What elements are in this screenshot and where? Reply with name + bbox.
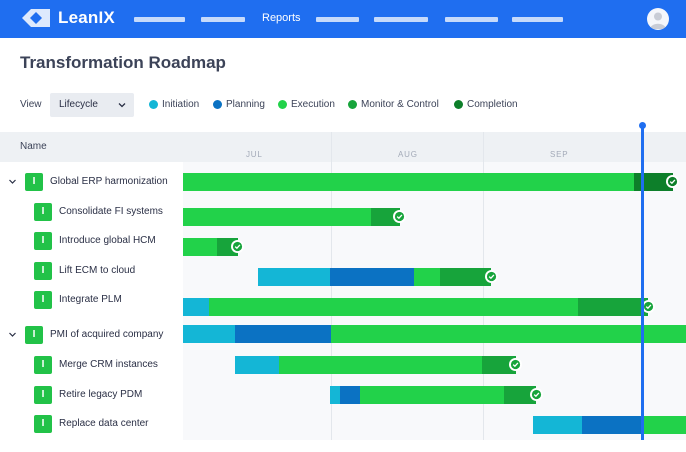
month-label-aug: AUG: [398, 150, 418, 159]
nav-item-placeholder[interactable]: [316, 17, 359, 22]
check-circle-icon: [666, 175, 679, 188]
phase-planning: [340, 386, 360, 404]
legend-dot: [454, 100, 463, 109]
view-dropdown[interactable]: Lifecycle: [50, 93, 134, 117]
gantt-bar-merge-crm-instances[interactable]: [235, 356, 516, 374]
legend-dot: [348, 100, 357, 109]
type-tag: I: [34, 415, 52, 433]
row-label: Replace data center: [59, 418, 149, 429]
phase-initiation: [235, 356, 279, 374]
row-label: Retire legacy PDM: [59, 389, 143, 400]
today-marker-handle[interactable]: [639, 122, 646, 129]
chevron-down-icon: [118, 103, 126, 108]
row-label: Merge CRM instances: [59, 359, 158, 370]
gantt-bar-consolidate-fi-systems[interactable]: [183, 208, 400, 226]
phase-planning: [330, 268, 414, 286]
gantt-bar-introduce-global-hcm[interactable]: [183, 238, 238, 256]
check-circle-icon: [485, 270, 498, 283]
view-dropdown-value: Lifecycle: [59, 99, 98, 110]
phase-initiation: [330, 386, 340, 404]
type-tag: I: [34, 386, 52, 404]
phase-execution: [644, 416, 686, 434]
page-title: Transformation Roadmap: [20, 53, 226, 72]
row-pmi-of-acquired-company[interactable]: I PMI of acquired company: [8, 326, 183, 344]
nav-item-reports[interactable]: Reports: [262, 12, 301, 24]
phase-initiation: [183, 325, 235, 343]
top-navigation-bar: LeanIX Reports: [0, 0, 686, 38]
legend-dot: [278, 100, 287, 109]
phase-execution: [209, 298, 578, 316]
type-tag: I: [34, 232, 52, 250]
type-tag: I: [25, 173, 43, 191]
type-tag: I: [34, 291, 52, 309]
type-tag: I: [25, 326, 43, 344]
phase-execution: [279, 356, 482, 374]
row-lift-ecm-to-cloud[interactable]: I Lift ECM to cloud: [34, 262, 183, 280]
legend-item-initiation: Initiation: [149, 99, 199, 110]
row-global-erp-harmonization[interactable]: I Global ERP harmonization: [8, 173, 183, 191]
nav-item-placeholder[interactable]: [512, 17, 563, 22]
row-replace-data-center[interactable]: I Replace data center: [34, 415, 183, 433]
nav-item-placeholder[interactable]: [201, 17, 245, 22]
row-merge-crm-instances[interactable]: I Merge CRM instances: [34, 356, 183, 374]
phase-execution: [414, 268, 440, 286]
phase-execution: [183, 238, 217, 256]
check-circle-icon: [509, 358, 522, 371]
phase-initiation: [258, 268, 330, 286]
phase-execution: [183, 173, 634, 191]
month-label-sep: SEP: [550, 150, 569, 159]
month-label-jul: JUL: [246, 150, 263, 159]
user-avatar-icon[interactable]: [647, 8, 669, 30]
row-integrate-plm[interactable]: I Integrate PLM: [34, 291, 183, 309]
gantt-bar-replace-data-center[interactable]: [533, 416, 686, 434]
leanix-logo-icon[interactable]: [22, 8, 50, 28]
nav-item-placeholder[interactable]: [445, 17, 498, 22]
chevron-down-icon[interactable]: [8, 330, 17, 339]
row-label: Integrate PLM: [59, 294, 122, 305]
phase-planning: [235, 325, 331, 343]
row-label: PMI of acquired company: [50, 329, 164, 340]
row-label: Introduce global HCM: [59, 235, 156, 246]
phase-execution: [360, 386, 504, 404]
row-introduce-global-hcm[interactable]: I Introduce global HCM: [34, 232, 183, 250]
row-label: Lift ECM to cloud: [59, 265, 136, 276]
type-tag: I: [34, 356, 52, 374]
row-label: Global ERP harmonization: [50, 176, 168, 187]
gantt-bar-retire-legacy-pdm[interactable]: [330, 386, 536, 404]
check-circle-icon: [530, 388, 543, 401]
row-consolidate-fi-systems[interactable]: I Consolidate FI systems: [34, 203, 183, 221]
check-circle-icon: [393, 210, 406, 223]
legend-item-execution: Execution: [278, 99, 335, 110]
chevron-down-icon[interactable]: [8, 177, 17, 186]
legend-item-planning: Planning: [213, 99, 265, 110]
type-tag: I: [34, 262, 52, 280]
check-circle-icon: [231, 240, 244, 253]
view-label: View: [20, 99, 42, 110]
phase-monitor-control: [440, 268, 491, 286]
gantt-bar-lift-ecm-to-cloud[interactable]: [258, 268, 491, 286]
gantt-bar-integrate-plm[interactable]: [183, 298, 648, 316]
phase-execution: [331, 325, 686, 343]
type-tag: I: [34, 203, 52, 221]
gantt-bar-global-erp-harmonization[interactable]: [183, 173, 673, 191]
nav-item-placeholder[interactable]: [134, 17, 185, 22]
legend-item-completion: Completion: [454, 99, 518, 110]
legend-dot: [213, 100, 222, 109]
row-label: Consolidate FI systems: [59, 206, 163, 217]
gantt-bar-pmi-of-acquired-company[interactable]: [183, 325, 686, 343]
phase-planning: [582, 416, 644, 434]
phase-initiation: [183, 298, 209, 316]
today-marker-line[interactable]: [641, 126, 644, 440]
legend-item-monitor-control: Monitor & Control: [348, 99, 439, 110]
brand-name[interactable]: LeanIX: [58, 8, 115, 28]
phase-initiation: [533, 416, 582, 434]
phase-execution: [183, 208, 371, 226]
row-retire-legacy-pdm[interactable]: I Retire legacy PDM: [34, 386, 183, 404]
name-column-header[interactable]: Name: [0, 132, 183, 162]
phase-monitor-control: [578, 298, 648, 316]
legend-dot: [149, 100, 158, 109]
nav-item-placeholder[interactable]: [374, 17, 428, 22]
